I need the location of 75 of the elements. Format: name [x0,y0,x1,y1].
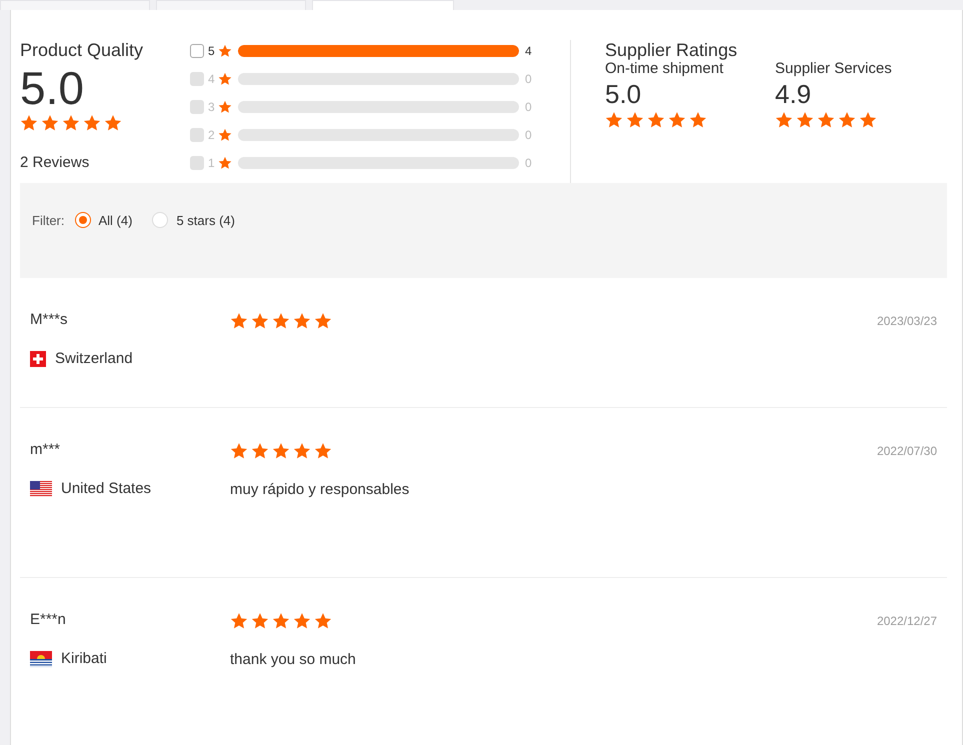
country: Switzerland [55,350,133,367]
star-icon [272,612,290,630]
rating-count: 0 [525,100,533,114]
review-text: muy rápido y responsables [230,480,410,500]
star-icon [689,111,707,129]
star-icon [626,111,644,129]
radio-button[interactable] [74,212,90,228]
star-icon [775,111,793,129]
tab[interactable] [0,0,150,10]
filter-option[interactable]: 5 stars (4) [152,212,235,228]
flag-icon [30,480,52,496]
star-icon [218,44,232,58]
star-icon [218,128,232,142]
rating-count: 0 [525,72,533,86]
star-icon [104,114,122,132]
star-icon [218,72,232,86]
star-icon [293,312,311,330]
star-number: 2 [208,128,216,142]
star-icon [796,111,814,129]
rating-label: Supplier Services [775,60,893,78]
star-icon [859,111,877,129]
rating-count: 0 [525,128,533,142]
star-icon [83,114,101,132]
score: 4.9 [775,79,812,109]
flag-icon [30,650,52,666]
review-date: 2022/07/30 [876,443,937,460]
star-icon [314,612,332,630]
section-title: Product Quality [20,40,144,60]
star-icon [605,111,623,129]
score: 5.0 [20,64,85,112]
review-date: 2022/12/27 [876,613,937,630]
score: 5.0 [605,79,642,109]
star-icon [314,442,332,460]
reviewer-name: M***s [30,310,69,330]
star-icon [230,312,248,330]
star-number: 1 [208,156,216,170]
star-number: 4 [208,72,216,86]
rating-count: 0 [525,156,533,170]
country: Kiribati [61,650,107,667]
tab[interactable] [156,0,306,10]
reviewer-name: E***n [30,610,67,630]
tab[interactable] [312,0,454,10]
star-icon [218,100,232,114]
review-text: thank you so much [230,650,357,670]
star-icon [314,312,332,330]
star-icon [293,442,311,460]
star-icon [251,312,269,330]
star-icon [62,114,80,132]
star-icon [272,312,290,330]
review-count: 2 Reviews [20,154,90,171]
star-number: 5 [208,44,216,58]
star-icon [817,111,835,129]
star-icon [218,156,232,170]
star-icon [20,114,38,132]
section-title: Supplier Ratings [605,40,738,60]
rating-count: 4 [525,44,533,58]
star-icon [230,612,248,630]
star-number: 3 [208,100,216,114]
flag-icon [30,350,46,366]
star-icon [251,612,269,630]
review-date: 2023/03/23 [876,313,937,330]
checkbox[interactable] [190,44,204,58]
star-icon [647,111,665,129]
star-icon [838,111,856,129]
filter-label: Filter: [32,212,64,228]
star-icon [41,114,59,132]
rating-label: On-time shipment [605,60,724,78]
reviewer-name: m*** [30,440,62,460]
country: United States [61,480,152,497]
star-icon [272,442,290,460]
star-icon [293,612,311,630]
star-icon [251,442,269,460]
star-icon [668,111,686,129]
star-icon [230,442,248,460]
filter-option[interactable]: All (4) [74,212,132,228]
